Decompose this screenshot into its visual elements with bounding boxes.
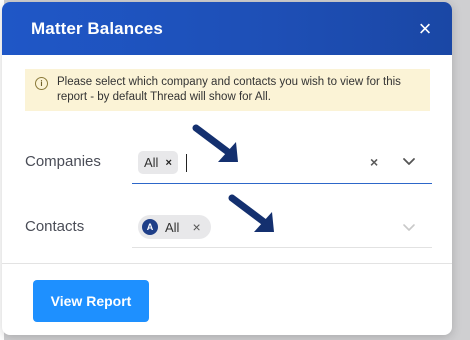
- matter-balances-modal: Matter Balances × i Please select which …: [2, 2, 452, 335]
- chevron-down-icon[interactable]: [402, 154, 416, 168]
- chevron-down-icon[interactable]: [402, 220, 416, 234]
- companies-chip-remove-icon[interactable]: ×: [165, 157, 171, 169]
- info-notice: i Please select which company and contac…: [25, 69, 430, 111]
- contacts-label: Contacts: [25, 218, 85, 235]
- text-cursor: [186, 154, 187, 172]
- contacts-chip-remove-icon[interactable]: ×: [192, 219, 200, 235]
- info-icon: i: [35, 77, 48, 90]
- companies-select[interactable]: All × ×: [132, 142, 432, 184]
- contacts-chip-label: All: [165, 219, 180, 235]
- contacts-select[interactable]: A All ×: [132, 206, 432, 248]
- contacts-chip: A All ×: [138, 215, 211, 239]
- footer-divider: [2, 263, 452, 264]
- avatar: A: [142, 219, 158, 235]
- view-report-button[interactable]: View Report: [33, 280, 149, 322]
- companies-label: Companies: [25, 153, 101, 170]
- modal-header: Matter Balances ×: [2, 2, 452, 55]
- close-icon[interactable]: ×: [416, 17, 434, 40]
- clear-selection-icon[interactable]: ×: [370, 154, 378, 170]
- modal-title: Matter Balances: [31, 18, 163, 38]
- companies-chip: All ×: [138, 151, 178, 174]
- notice-text: Please select which company and contacts…: [57, 76, 401, 103]
- companies-chip-label: All: [144, 155, 159, 170]
